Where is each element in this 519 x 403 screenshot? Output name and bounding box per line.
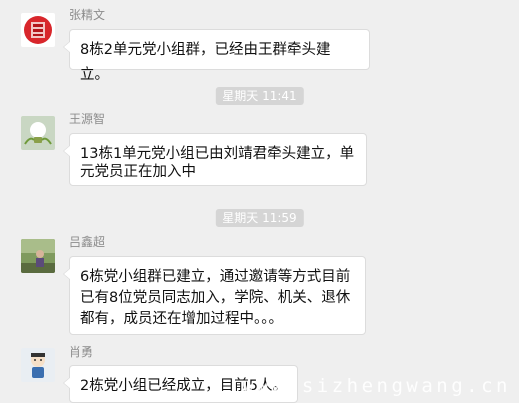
message-bubble[interactable]: 6栋党小组群已建立，通过邀请等方式目前 已有8位党员同志加入，学院、机关、退休 … (63, 256, 366, 335)
avatar-lv[interactable] (21, 239, 55, 273)
photo-avatar-icon (21, 239, 55, 273)
avatar-zhang[interactable] (21, 13, 55, 47)
cartoon-avatar-icon (21, 348, 55, 382)
message-bubble[interactable]: 13栋1单元党小组已由刘靖君牵头建立，单 元党员正在加入中 (63, 133, 367, 186)
sender-name: 肖勇 (69, 345, 94, 359)
message-text: 8栋2单元党小组群，已经由王群牵头建立。 (80, 42, 331, 83)
watermark: www.sizhengwang.cn (242, 375, 511, 397)
sender-name: 吕鑫超 (69, 235, 106, 249)
sender-name: 王源智 (69, 112, 106, 126)
avatar-xiao[interactable] (21, 348, 55, 382)
sender-name: 张精文 (69, 8, 106, 22)
timestamp: 星期天 11:41 (215, 87, 304, 105)
message-bubble[interactable]: 8栋2单元党小组群，已经由王群牵头建立。 (63, 29, 370, 83)
red-seal-icon (21, 13, 55, 47)
timestamp: 星期天 11:59 (215, 209, 304, 227)
avatar-wang[interactable] (21, 116, 55, 150)
lightbulb-icon (21, 116, 55, 150)
